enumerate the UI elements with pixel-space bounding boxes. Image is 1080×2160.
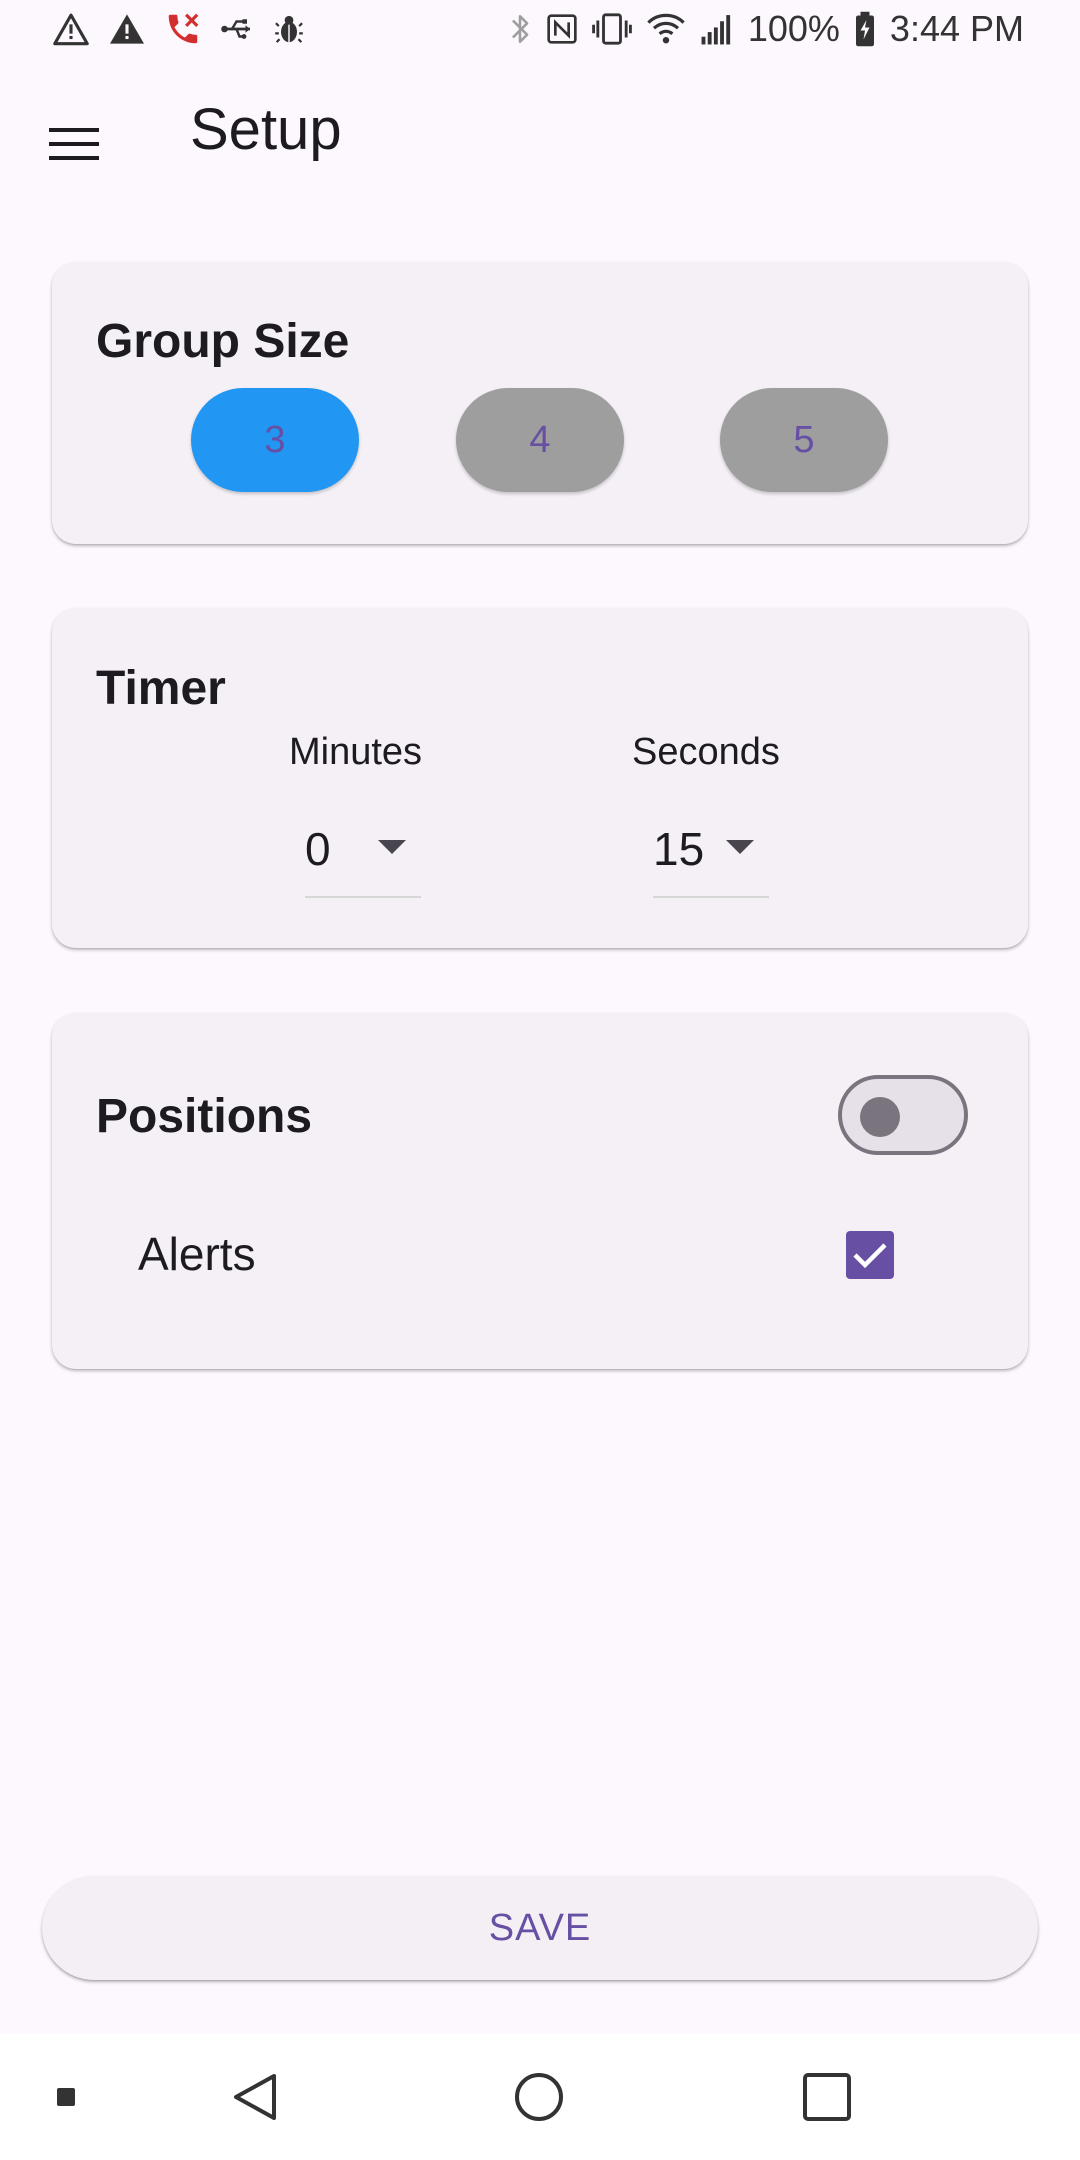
seconds-value: 15 xyxy=(653,823,705,875)
group-size-option-4[interactable]: 4 xyxy=(456,388,624,492)
bluetooth-icon xyxy=(511,14,529,44)
nav-home-button[interactable] xyxy=(494,2034,584,2160)
system-nav-bar xyxy=(0,2034,1080,2160)
timer-title: Timer xyxy=(96,662,226,715)
dropdown-arrow-icon xyxy=(378,840,406,854)
positions-card: Positions Alerts xyxy=(52,1013,1028,1369)
page-title: Setup xyxy=(190,97,342,162)
alerts-label: Alerts xyxy=(138,1228,256,1280)
minutes-label: Minutes xyxy=(289,731,423,773)
warning-filled-icon xyxy=(110,14,144,44)
group-size-card: Group Size 3 4 5 xyxy=(52,262,1028,544)
usb-icon xyxy=(221,19,250,39)
signal-icon xyxy=(701,15,730,45)
bug-icon xyxy=(275,15,303,43)
status-bar: 100% 3:44 PM xyxy=(0,0,1080,64)
positions-toggle[interactable] xyxy=(838,1075,968,1155)
seconds-dropdown[interactable]: 15 xyxy=(653,806,769,898)
nav-back-button[interactable] xyxy=(210,2034,300,2160)
alerts-checkbox[interactable] xyxy=(846,1231,894,1279)
nfc-icon xyxy=(547,14,577,44)
menu-button[interactable] xyxy=(34,104,114,184)
battery-charging-icon xyxy=(855,11,874,47)
timer-card: Timer Minutes Seconds 0 15 xyxy=(52,608,1028,948)
positions-title: Positions xyxy=(96,1090,313,1143)
missed-call-icon xyxy=(168,13,199,44)
back-triangle-icon xyxy=(234,2074,276,2120)
nav-recents-button[interactable] xyxy=(782,2034,872,2160)
wifi-icon xyxy=(647,13,685,44)
small-square-icon xyxy=(57,2088,75,2106)
vibrate-icon xyxy=(592,13,632,45)
warning-outline-icon xyxy=(53,13,89,46)
hamburger-menu-icon xyxy=(49,128,99,160)
seconds-label: Seconds xyxy=(632,731,780,773)
group-size-title: Group Size xyxy=(96,315,350,368)
clock: 3:44 PM xyxy=(889,8,1024,49)
save-button[interactable]: SAVE xyxy=(42,1876,1038,1980)
minutes-value: 0 xyxy=(305,823,331,875)
battery-percent: 100% xyxy=(747,8,840,49)
toggle-thumb xyxy=(860,1097,900,1137)
group-size-option-3[interactable]: 3 xyxy=(191,388,359,492)
system-status: 100% 3:44 PM xyxy=(508,8,1024,50)
app-bar: Setup xyxy=(0,64,1080,212)
checkmark-icon xyxy=(853,1243,887,1269)
dropdown-arrow-icon xyxy=(726,840,754,854)
minutes-dropdown[interactable]: 0 xyxy=(305,806,421,898)
notification-icons xyxy=(52,10,304,48)
nav-small-square-button[interactable] xyxy=(40,2034,92,2160)
recents-square-icon xyxy=(803,2073,851,2121)
home-circle-icon xyxy=(515,2073,563,2121)
group-size-option-5[interactable]: 5 xyxy=(720,388,888,492)
